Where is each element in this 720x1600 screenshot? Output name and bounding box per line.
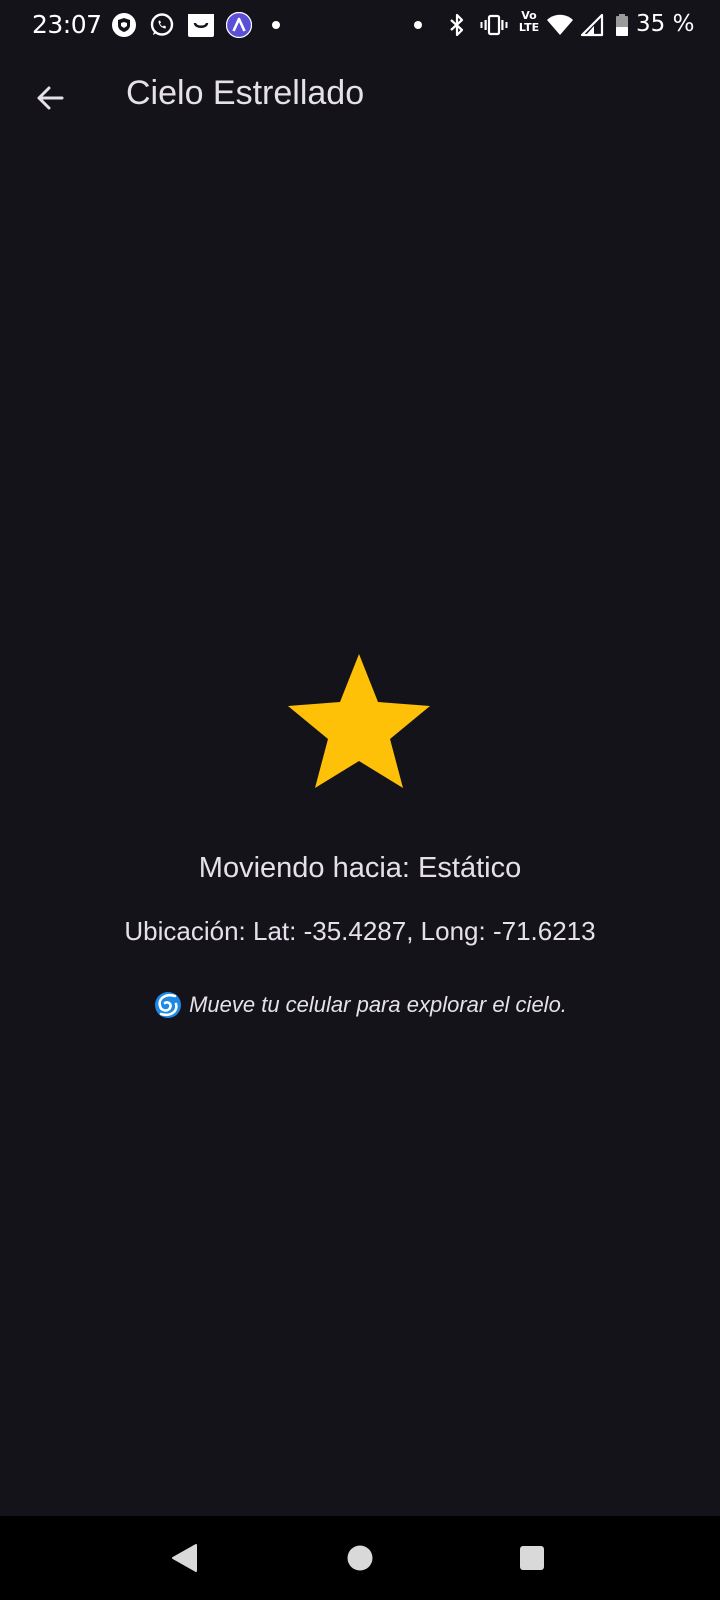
back-triangle-icon [172, 1544, 197, 1572]
volte-lte-icon: Vo LTE [518, 9, 540, 34]
hint-message: Mueve tu celular para explorar el cielo. [0, 990, 720, 1020]
vpn-shield-icon [112, 13, 136, 37]
hint-text: Mueve tu celular para explorar el cielo. [189, 992, 567, 1017]
page-title: Cielo Estrellado [126, 74, 365, 112]
wifi-icon [547, 14, 573, 35]
status-time: 23:07 [32, 10, 102, 39]
arrow-back-icon [37, 86, 64, 110]
shopping-bag-icon [188, 14, 214, 37]
system-navigation-bar [0, 1516, 720, 1600]
screen: 23:07 Vo LTE 35 % Cielo Estrellado Movie… [0, 0, 720, 1600]
battery-icon [616, 14, 628, 36]
signal-icon [580, 13, 604, 37]
nav-home-button[interactable] [340, 1538, 380, 1578]
direction-label: Moviendo hacia: Estático [198, 852, 522, 884]
location-label: Ubicación: Lat: -35.4287, Long: -71.6213 [124, 916, 596, 946]
battery-percentage: 35 % [636, 11, 695, 37]
bluetooth-icon [450, 13, 464, 37]
vibrate-icon [480, 14, 508, 36]
star-icon [288, 654, 430, 788]
home-circle-icon [347, 1545, 373, 1571]
nav-recents-button[interactable] [512, 1538, 552, 1578]
notification-dot-icon [272, 21, 280, 29]
app-a-icon [226, 12, 252, 38]
cyclone-icon [155, 992, 182, 1018]
app-bar: Cielo Estrellado [0, 52, 720, 146]
nav-back-button[interactable] [164, 1538, 204, 1578]
back-button[interactable] [22, 70, 78, 126]
recents-square-icon [520, 1546, 544, 1570]
dot-icon [414, 21, 422, 29]
status-bar: 23:07 Vo LTE 35 % [0, 0, 720, 52]
whatsapp-icon [150, 13, 174, 36]
